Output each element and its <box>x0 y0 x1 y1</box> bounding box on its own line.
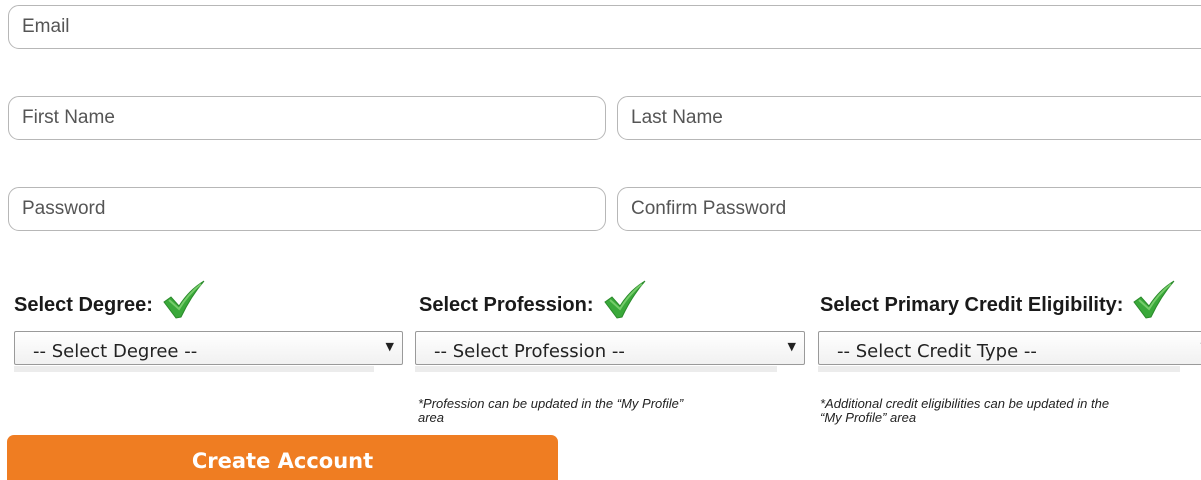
degree-select-value: -- Select Degree -- <box>33 341 198 362</box>
profession-select-value: -- Select Profession -- <box>434 341 625 362</box>
credit-label-text: Select Primary Credit Eligibility: <box>820 293 1124 316</box>
confirm-password-input[interactable] <box>617 187 1201 231</box>
degree-label: Select Degree: <box>14 280 207 320</box>
last-name-input[interactable] <box>617 96 1201 140</box>
profession-select-shadow <box>415 366 777 372</box>
create-account-button[interactable]: Create Account <box>7 435 558 480</box>
profession-note: *Profession can be updated in the “My Pr… <box>418 396 684 425</box>
registration-form: Select Degree: -- Select Degree -- ▼ Sel… <box>0 0 1201 480</box>
email-input[interactable] <box>8 5 1201 49</box>
password-input[interactable] <box>8 187 606 231</box>
credit-note: *Additional credit eligibilities can be … <box>820 396 1110 425</box>
credit-select-shadow <box>818 366 1180 372</box>
credit-label: Select Primary Credit Eligibility: <box>820 280 1177 320</box>
degree-label-text: Select Degree: <box>14 293 153 316</box>
chevron-down-icon: ▼ <box>385 340 394 353</box>
profession-select[interactable]: -- Select Profession -- ▼ <box>415 331 805 365</box>
green-check-icon <box>163 280 205 319</box>
credit-select-value: -- Select Credit Type -- <box>837 341 1037 362</box>
credit-type-select[interactable]: -- Select Credit Type -- ▼ <box>818 331 1201 365</box>
green-check-icon <box>603 280 645 319</box>
profession-label-text: Select Profession: <box>419 293 594 316</box>
profession-label: Select Profession: <box>419 280 648 320</box>
degree-select-shadow <box>14 366 374 372</box>
chevron-down-icon: ▼ <box>787 340 796 353</box>
degree-select[interactable]: -- Select Degree -- ▼ <box>14 331 403 365</box>
first-name-input[interactable] <box>8 96 606 140</box>
green-check-icon <box>1133 280 1175 319</box>
